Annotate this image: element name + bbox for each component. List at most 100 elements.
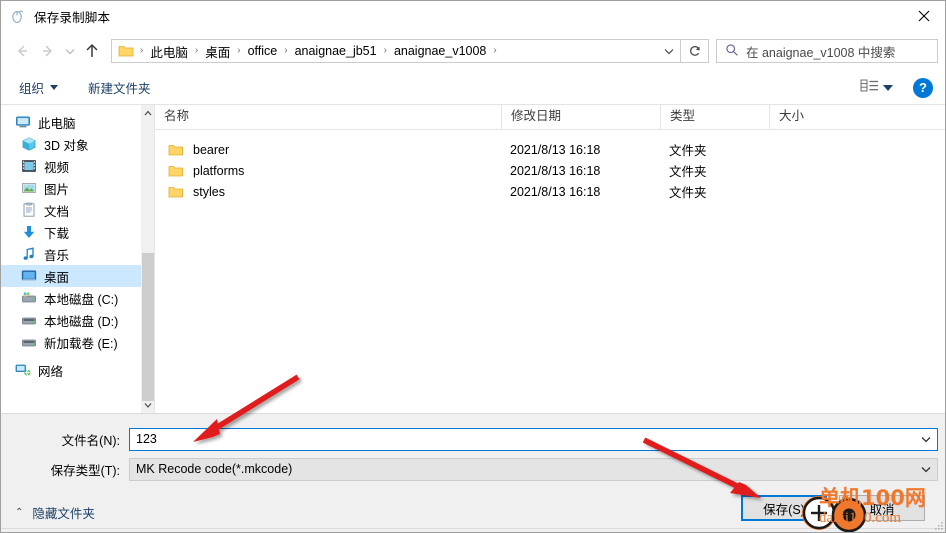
breadcrumb-separator: › (194, 45, 199, 56)
help-icon[interactable]: ? (913, 77, 933, 98)
downloads-icon (21, 224, 37, 240)
hide-folders-button[interactable]: ⌃ 隐藏文件夹 (15, 503, 95, 522)
file-date-cell: 2021/8/13 16:18 (510, 142, 601, 157)
drive-icon (21, 312, 37, 328)
search-icon (725, 43, 739, 60)
search-input[interactable]: 在 anaignae_v1008 中搜索 (716, 39, 938, 63)
up-one-level-button[interactable] (79, 38, 105, 64)
file-list-header: 名称 修改日期 类型 大小 (155, 104, 945, 130)
folder-icon (168, 185, 184, 199)
sidebar-item-label: 文档 (44, 204, 70, 219)
new-folder-button[interactable]: 新建文件夹 (82, 74, 157, 102)
filename-chevron-down-icon[interactable] (915, 429, 937, 450)
breadcrumb-separator: › (140, 45, 144, 56)
resize-grip[interactable] (932, 519, 944, 531)
navigation-pane: 此电脑 3D 对象 视频 图片 文档 下载 音乐 桌面 本地磁盘 (C:) 本地… (1, 105, 141, 413)
filename-input[interactable]: 123 (129, 427, 938, 451)
breadcrumb-chevron-down-icon[interactable] (658, 40, 680, 62)
list-view-icon[interactable] (860, 78, 880, 97)
sidebar-item-label: 视频 (44, 160, 70, 175)
file-name-cell: styles (155, 185, 501, 199)
breadcrumb-separator: › (493, 45, 497, 56)
documents-icon (21, 202, 37, 218)
sidebar-item-label: 本地磁盘 (C:) (44, 292, 119, 307)
recent-locations-chevron-down-icon[interactable] (61, 38, 79, 64)
breadcrumb-item-2[interactable]: office (245, 44, 281, 58)
system-drive-icon (21, 290, 37, 306)
breadcrumb[interactable]: › 此电脑 › 桌面 › office › anaignae_jb51 › an… (111, 39, 681, 63)
table-row[interactable]: bearer 2021/8/13 16:18 文件夹 (155, 139, 945, 160)
sidebar-item-desktop[interactable]: 桌面 (1, 265, 141, 287)
filetype-row: 保存类型(T): MK Recode code(*.mkcode) (1, 457, 945, 481)
sidebar-item-music[interactable]: 音乐 (1, 243, 141, 265)
file-date-cell: 2021/8/13 16:18 (510, 184, 601, 199)
sidebar-item-label: 本地磁盘 (D:) (44, 314, 119, 329)
sidebar-item-local-disk-d[interactable]: 本地磁盘 (D:) (1, 309, 141, 331)
save-label: 保存(S) (763, 502, 805, 517)
sidebar-item-local-disk-c[interactable]: 本地磁盘 (C:) (1, 287, 141, 309)
file-list-rows: bearer 2021/8/13 16:18 文件夹 platforms 202… (155, 130, 945, 202)
sidebar-item-pictures[interactable]: 图片 (1, 177, 141, 199)
breadcrumb-item-0[interactable]: 此电脑 (147, 42, 191, 61)
sidebar-item-videos[interactable]: 视频 (1, 155, 141, 177)
file-name-label: styles (193, 184, 225, 199)
pictures-icon (21, 180, 37, 196)
sidebar-item-documents[interactable]: 文档 (1, 199, 141, 221)
breadcrumb-item-1[interactable]: 桌面 (202, 42, 233, 61)
save-button[interactable]: 保存(S) (741, 495, 827, 521)
chevron-up-icon: ⌃ (15, 506, 24, 518)
sidebar-item-3d-objects[interactable]: 3D 对象 (1, 133, 141, 155)
filetype-chevron-down-icon[interactable] (915, 459, 937, 480)
sidebar-item-label: 新加载卷 (E:) (44, 336, 118, 351)
save-dialog: 保存录制脚本 › 此电脑 › 桌面 › office › anaignae_jb… (0, 0, 946, 533)
sidebar-item-network[interactable]: 网络 (1, 359, 141, 381)
search-placeholder: 在 anaignae_v1008 中搜索 (746, 45, 896, 60)
breadcrumb-item-3[interactable]: anaignae_jb51 (292, 44, 380, 58)
forward-button[interactable] (35, 38, 61, 64)
filetype-label: 保存类型(T): (50, 463, 120, 478)
file-name-cell: platforms (155, 164, 501, 178)
sidebar-item-this-pc[interactable]: 此电脑 (1, 111, 141, 133)
scroll-down-icon[interactable] (141, 397, 155, 413)
scrollbar-thumb[interactable] (142, 253, 154, 401)
refresh-icon[interactable] (681, 39, 709, 63)
table-row[interactable]: styles 2021/8/13 16:18 文件夹 (155, 181, 945, 202)
music-icon (21, 246, 37, 262)
file-date-cell: 2021/8/13 16:18 (510, 163, 601, 178)
sidebar-item-downloads[interactable]: 下载 (1, 221, 141, 243)
view-chevron-down-icon[interactable] (883, 84, 893, 91)
file-list-pane: 名称 修改日期 类型 大小 bearer 2021/8/13 16:18 文件夹… (155, 104, 945, 413)
sidebar-item-new-volume-e[interactable]: 新加载卷 (E:) (1, 331, 141, 353)
filename-value[interactable]: 123 (130, 432, 915, 446)
file-type-cell: 文件夹 (669, 186, 707, 200)
organize-button[interactable]: 组织 (13, 74, 64, 102)
command-toolbar: 组织 新建文件夹 ? (1, 71, 945, 105)
folder-icon (168, 143, 184, 157)
scroll-up-icon[interactable] (141, 105, 155, 121)
filetype-select[interactable]: MK Recode code(*.mkcode) (129, 457, 938, 481)
sidebar-item-label: 此电脑 (38, 116, 76, 131)
cancel-button[interactable]: 取消 (839, 495, 925, 521)
organize-label: 组织 (19, 82, 45, 96)
close-icon[interactable] (901, 1, 945, 31)
breadcrumb-separator: › (284, 45, 288, 56)
breadcrumb-separator: › (383, 45, 387, 56)
navigation-pane-scrollbar[interactable] (141, 105, 155, 413)
column-header-date[interactable]: 修改日期 (501, 104, 660, 129)
column-header-type[interactable]: 类型 (660, 104, 769, 129)
back-button[interactable] (9, 38, 35, 64)
column-header-name[interactable]: 名称 (155, 104, 501, 129)
breadcrumb-path: › 此电脑 › 桌面 › office › anaignae_jb51 › an… (112, 42, 658, 61)
breadcrumb-separator: › (237, 45, 241, 56)
filename-label: 文件名(N): (61, 433, 120, 448)
new-folder-label: 新建文件夹 (88, 82, 151, 96)
file-type-cell: 文件夹 (669, 144, 707, 158)
breadcrumb-item-4[interactable]: anaignae_v1008 (391, 44, 489, 58)
file-type-cell: 文件夹 (669, 165, 707, 179)
file-name-label: platforms (193, 163, 245, 178)
column-header-size[interactable]: 大小 (769, 104, 849, 129)
filetype-value: MK Recode code(*.mkcode) (136, 462, 293, 476)
table-row[interactable]: platforms 2021/8/13 16:18 文件夹 (155, 160, 945, 181)
toolbar-right-group: ? (860, 77, 945, 98)
address-bar: › 此电脑 › 桌面 › office › anaignae_jb51 › an… (1, 31, 945, 71)
